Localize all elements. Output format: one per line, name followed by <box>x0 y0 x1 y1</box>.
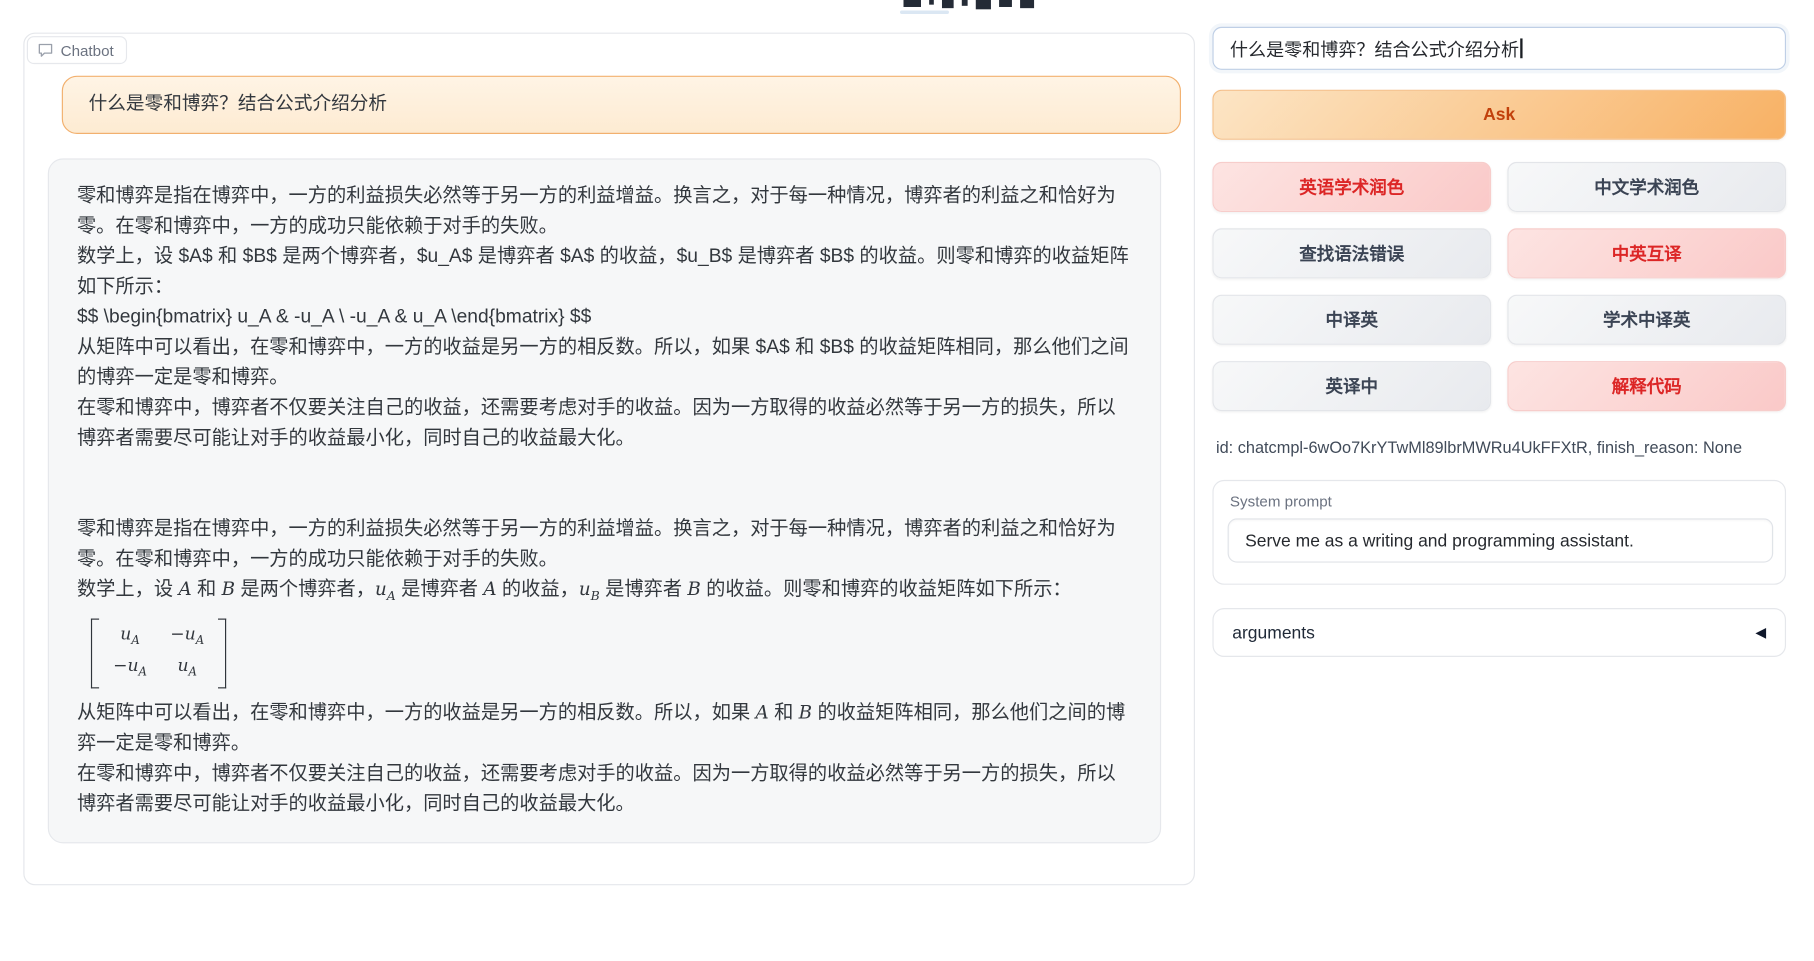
bot-message-line: 在零和博弈中，博弈者不仅要关注自己的收益，还需要考虑对手的收益。因为一方取得的收… <box>77 758 1132 819</box>
function-button-find-grammar-errors[interactable]: 查找语法错误 <box>1212 228 1491 278</box>
math-variable: A <box>483 578 496 600</box>
title-glyph-fragment <box>976 0 991 9</box>
function-button-grid: 英语学术润色中文学术润色查找语法错误中英互译中译英学术中译英英译中解释代码 <box>1212 162 1786 411</box>
function-button-english-academic-polish[interactable]: 英语学术润色 <box>1212 162 1491 212</box>
title-glyph-fragment <box>962 0 968 6</box>
title-glyph-fragment <box>999 0 1012 7</box>
bot-message-line: 数学上，设 A 和 B 是两个博弈者，uA 是博弈者 A 的收益，uB 是博弈者… <box>77 574 1132 611</box>
question-input-value: 什么是零和博弈？结合公式介绍分析 <box>1230 36 1519 62</box>
matrix-cell: −uA <box>113 654 147 685</box>
matrix-left-bracket <box>91 619 99 689</box>
app-window: Chatbot 什么是零和博弈？结合公式介绍分析 零和博弈是指在博弈中，一方的利… <box>0 0 1814 961</box>
chat-bubble-icon <box>37 42 53 58</box>
chatbot-label: Chatbot <box>27 36 127 64</box>
user-message-text: 什么是零和博弈？结合公式介绍分析 <box>89 94 387 114</box>
math-variable: uA <box>177 656 196 676</box>
bot-message-line: 零和博弈是指在博弈中，一方的利益损失必然等于另一方的利益增益。换言之，对于每一种… <box>77 514 1132 575</box>
title-glyph-fragment <box>929 0 934 5</box>
bot-message-line: 从矩阵中可以看出，在零和博弈中，一方的收益是另一方的相反数。所以，如果 $A$ … <box>77 332 1132 393</box>
matrix-cell: uA <box>113 622 147 653</box>
ask-button[interactable]: Ask <box>1212 90 1786 140</box>
title-glyph-fragment <box>904 0 921 7</box>
system-prompt-input[interactable]: Serve me as a writing and programming as… <box>1228 518 1774 562</box>
title-underline-fragment <box>900 10 949 13</box>
text-cursor <box>1520 38 1522 58</box>
math-variable: uA <box>375 578 396 600</box>
matrix-cells: uA −uA −uA uA <box>99 619 218 689</box>
function-button-explain-code[interactable]: 解释代码 <box>1507 361 1786 411</box>
collapse-arrow-icon: ◀ <box>1755 624 1766 640</box>
bot-message-line: $$ \begin{bmatrix} u_A & -u_A \ -u_A & u… <box>77 302 1132 332</box>
system-prompt-card: System prompt Serve me as a writing and … <box>1212 480 1786 585</box>
matrix-right-bracket <box>218 619 226 689</box>
math-variable: A <box>756 701 769 723</box>
function-button-academic-zh-to-en[interactable]: 学术中译英 <box>1507 295 1786 345</box>
bot-message-line: 零和博弈是指在博弈中，一方的利益损失必然等于另一方的利益增益。换言之，对于每一种… <box>77 181 1132 242</box>
system-prompt-value: Serve me as a writing and programming as… <box>1245 531 1634 551</box>
status-line: id: chatcmpl-6wOo7KrYTwMl89lbrMWRu4UkFFX… <box>1216 438 1742 457</box>
title-glyph-fragment <box>942 0 954 8</box>
bot-message-line: 从矩阵中可以看出，在零和博弈中，一方的收益是另一方的相反数。所以，如果 A 和 … <box>77 698 1132 759</box>
app-canvas: Chatbot 什么是零和博弈？结合公式介绍分析 零和博弈是指在博弈中，一方的利… <box>0 0 1814 961</box>
function-button-zh-en-mutual-translate[interactable]: 中英互译 <box>1507 228 1786 278</box>
arguments-accordion[interactable]: arguments ◀ <box>1212 608 1786 657</box>
title-glyph-fragment <box>1020 0 1034 8</box>
matrix-cell: uA <box>170 654 204 685</box>
math-variable: A <box>178 578 191 600</box>
math-variable: B <box>799 701 812 723</box>
system-prompt-label: System prompt <box>1230 493 1332 510</box>
math-variable: B <box>687 578 700 600</box>
bot-message-line: 在零和博弈中，博弈者不仅要关注自己的收益，还需要考虑对手的收益。因为一方取得的收… <box>77 393 1132 454</box>
chatbot-panel: Chatbot 什么是零和博弈？结合公式介绍分析 零和博弈是指在博弈中，一方的利… <box>23 33 1195 886</box>
arguments-accordion-label: arguments <box>1232 623 1315 643</box>
paragraph-gap <box>77 453 1132 514</box>
function-button-chinese-academic-polish[interactable]: 中文学术润色 <box>1507 162 1786 212</box>
math-variable: uA <box>120 625 139 645</box>
math-variable: −uA <box>170 625 204 645</box>
math-variable: uB <box>579 578 600 600</box>
math-matrix: uA −uA −uA uA <box>91 619 226 689</box>
math-variable: B <box>222 578 235 600</box>
matrix-cell: −uA <box>170 622 204 653</box>
bot-message: 零和博弈是指在博弈中，一方的利益损失必然等于另一方的利益增益。换言之，对于每一种… <box>48 158 1161 843</box>
question-input[interactable]: 什么是零和博弈？结合公式介绍分析 <box>1212 27 1786 70</box>
chatbot-label-text: Chatbot <box>61 41 114 58</box>
function-button-zh-to-en[interactable]: 中译英 <box>1212 295 1491 345</box>
math-variable: −uA <box>113 656 147 676</box>
bot-message-line: 数学上，设 $A$ 和 $B$ 是两个博弈者，$u_A$ 是博弈者 $A$ 的收… <box>77 241 1132 302</box>
cropped-page-title <box>904 0 1035 9</box>
user-message: 什么是零和博弈？结合公式介绍分析 <box>62 76 1181 134</box>
function-button-en-to-zh[interactable]: 英译中 <box>1212 361 1491 411</box>
